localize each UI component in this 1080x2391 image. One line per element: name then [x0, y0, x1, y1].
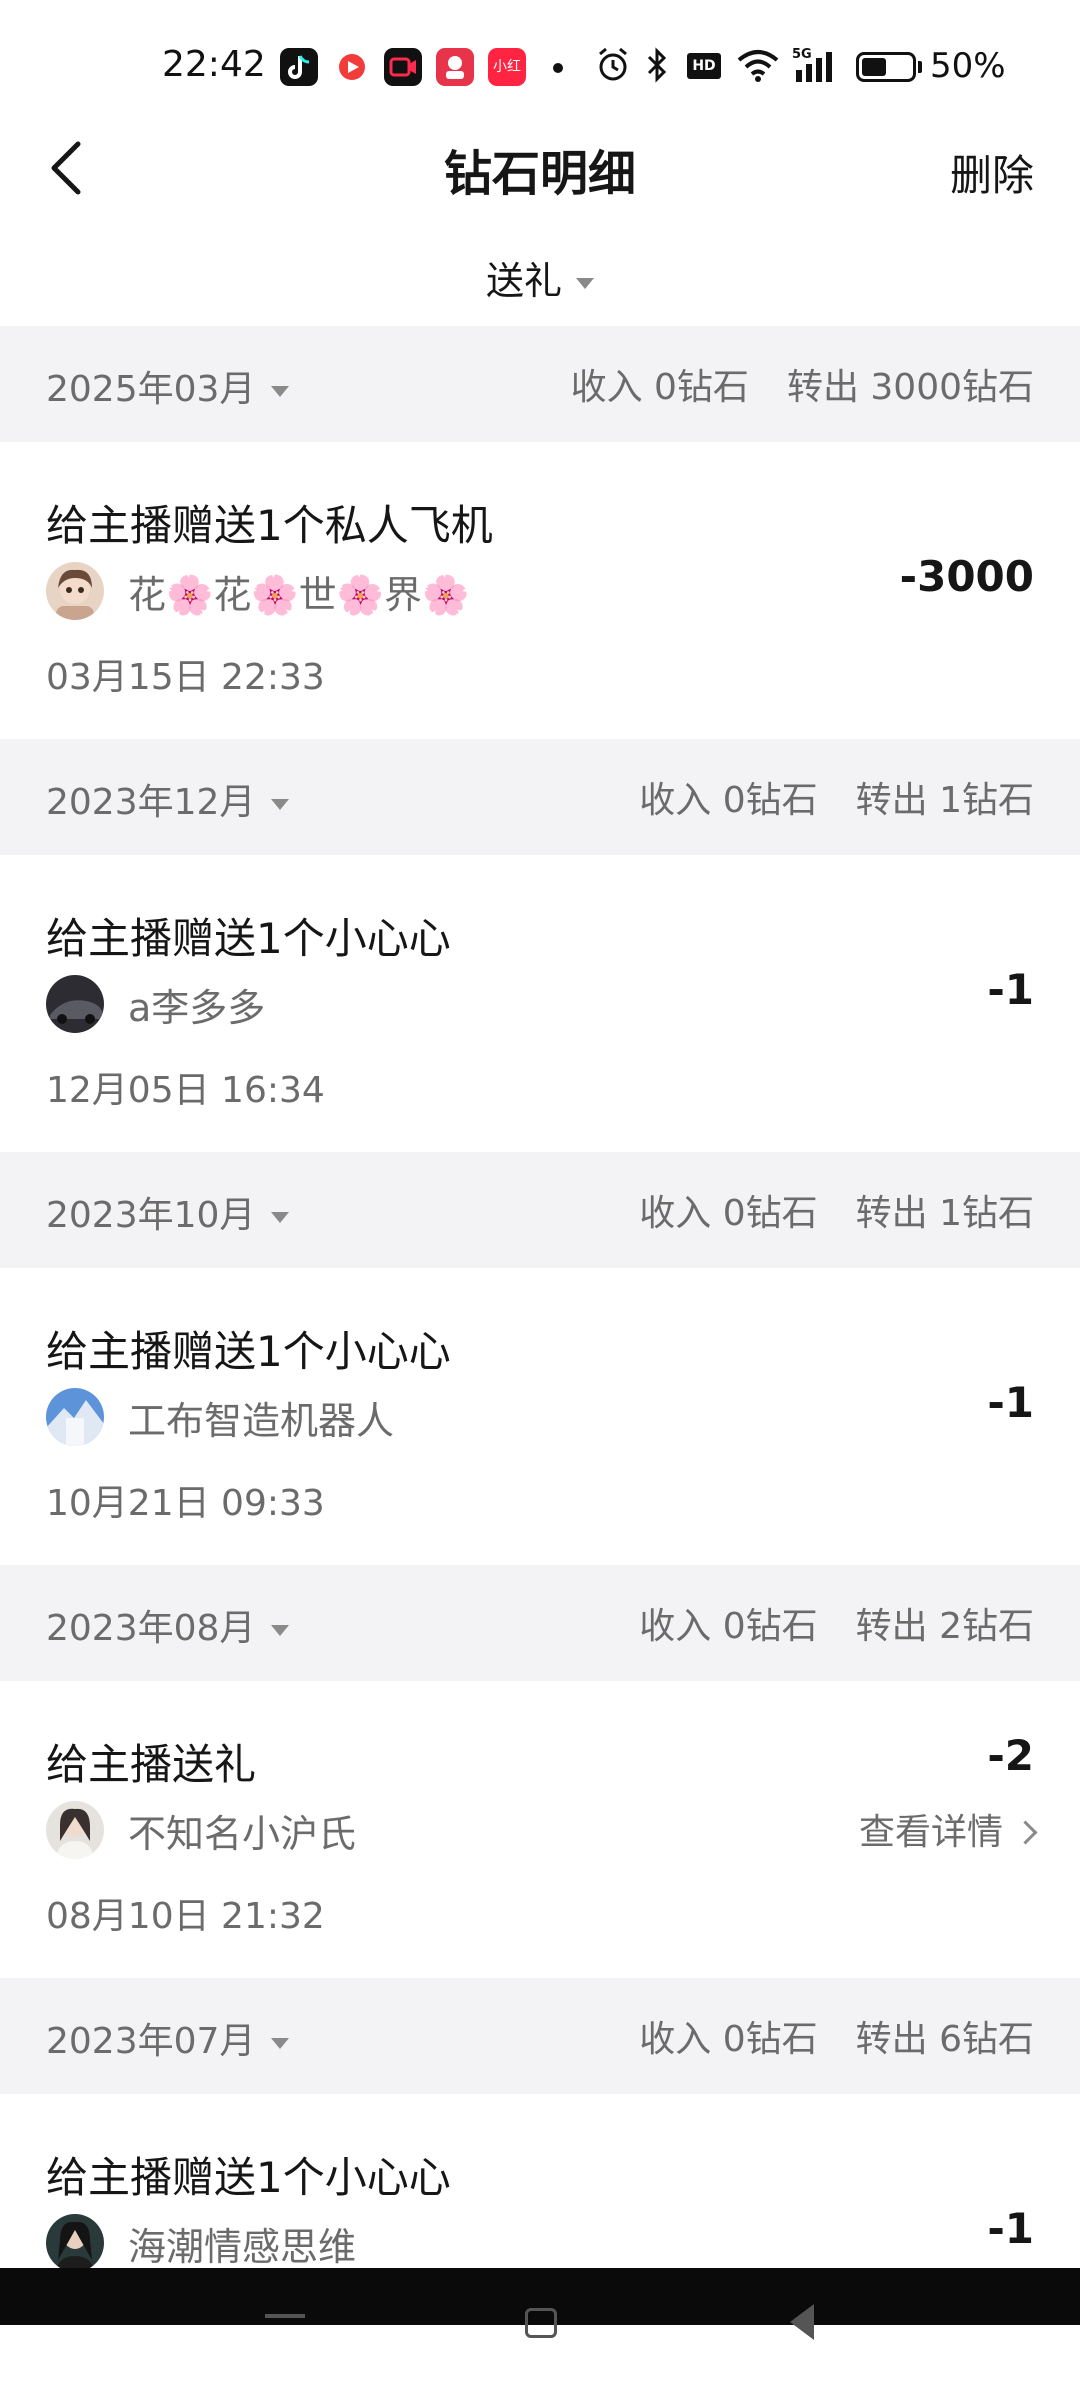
battery-percentage: 50% [930, 46, 1006, 86]
avatar[interactable] [46, 562, 104, 620]
caret-down-icon [271, 1211, 290, 1223]
chevron-right-icon [1013, 1820, 1038, 1845]
outflow-summary: 转出 3000钻石 [786, 367, 1034, 408]
record-time: 12月05日 16:34 [46, 1070, 325, 1111]
diamond-amount: -2 [987, 1731, 1034, 1780]
anchor-name: 海潮情感思维 [128, 2225, 357, 2269]
filter-label: 送礼 [485, 259, 562, 303]
diamond-amount: -3000 [899, 552, 1034, 601]
month-header[interactable]: 2023年12月 收入 0钻石 转出 1钻石 [0, 739, 1080, 855]
status-bar: 22:42 小红书 HD 5G 50% [0, 0, 1080, 120]
battery-tip [918, 61, 922, 73]
month-label: 2023年10月 [46, 1195, 256, 1236]
month-summary: 收入 0钻石 转出 2钻石 [639, 1597, 1034, 1649]
camera-icon [384, 48, 422, 86]
month-selector[interactable]: 2023年12月 [46, 773, 290, 825]
month-selector[interactable]: 2025年03月 [46, 360, 290, 412]
avatar[interactable] [46, 2214, 104, 2272]
alarm-icon [596, 46, 630, 95]
month-label: 2023年12月 [46, 782, 256, 823]
month-selector[interactable]: 2023年10月 [46, 1186, 290, 1238]
month-selector[interactable]: 2023年08月 [46, 1599, 290, 1651]
record-title: 给主播送礼 [46, 1740, 257, 1789]
video-icon [333, 48, 371, 86]
record-title: 给主播赠送1个小心心 [46, 1327, 451, 1376]
record-item[interactable]: 给主播赠送1个小心心 工布智造机器人 10月21日 09:33 -1 [0, 1268, 1080, 1565]
hd-icon: HD [687, 53, 721, 79]
month-summary: 收入 0钻石 转出 1钻石 [639, 771, 1034, 823]
record-time: 03月15日 22:33 [46, 657, 325, 698]
month-label: 2023年08月 [46, 1608, 256, 1649]
diamond-amount: -1 [987, 2204, 1034, 2253]
caret-down-icon [271, 2037, 290, 2049]
month-header[interactable]: 2023年08月 收入 0钻石 转出 2钻石 [0, 1565, 1080, 1681]
record-time: 08月10日 21:32 [46, 1896, 325, 1937]
view-details-link[interactable]: 查看详情 [858, 1803, 1038, 1855]
svg-text:5G: 5G [792, 47, 812, 62]
month-summary: 收入 0钻石 转出 3000钻石 [571, 358, 1034, 410]
record-time: 10月21日 09:33 [46, 1483, 325, 1524]
status-time: 22:42 [162, 44, 266, 85]
back-nav-icon[interactable] [790, 2304, 814, 2340]
caret-down-icon [271, 1624, 290, 1636]
signal-5g-icon: 5G [792, 46, 842, 95]
wifi-icon [736, 46, 780, 95]
record-title: 给主播赠送1个小心心 [46, 2153, 451, 2202]
anchor-name: 花🌸花🌸世🌸界🌸 [128, 573, 470, 617]
caret-down-icon [271, 385, 290, 397]
income-summary: 收入 0钻石 [639, 1193, 818, 1234]
outflow-summary: 转出 2钻石 [855, 1606, 1034, 1647]
month-summary: 收入 0钻石 转出 1钻石 [639, 1184, 1034, 1236]
record-item[interactable]: 给主播送礼 不知名小沪氏 08月10日 21:32 -2 查看详情 [0, 1681, 1080, 1978]
month-label: 2025年03月 [46, 369, 256, 410]
gift-filter-dropdown[interactable]: 送礼 [0, 250, 1080, 305]
system-navigation-bar [0, 2268, 1080, 2340]
battery-fill [862, 58, 886, 76]
month-header[interactable]: 2025年03月 收入 0钻石 转出 3000钻石 [0, 326, 1080, 442]
record-item[interactable]: 给主播赠送1个小心心 a李多多 12月05日 16:34 -1 [0, 855, 1080, 1152]
month-label: 2023年07月 [46, 2021, 256, 2062]
avatar[interactable] [46, 1801, 104, 1859]
income-summary: 收入 0钻石 [639, 1606, 818, 1647]
caret-down-icon [576, 278, 594, 289]
anchor-name: 不知名小沪氏 [128, 1812, 357, 1856]
tiktok-icon [280, 48, 318, 86]
outflow-summary: 转出 6钻石 [855, 2019, 1034, 2060]
income-summary: 收入 0钻石 [639, 2019, 818, 2060]
xiaohongshu-icon: 小红书 [488, 48, 526, 113]
app-icon [436, 48, 474, 86]
anchor-name: a李多多 [128, 986, 266, 1030]
menu-nav-icon[interactable] [265, 2314, 305, 2318]
record-item[interactable]: 给主播赠送1个私人飞机 花🌸花🌸世🌸界🌸 03月15日 22:33 -3000 [0, 442, 1080, 739]
diamond-amount: -1 [987, 965, 1034, 1014]
avatar[interactable] [46, 975, 104, 1033]
page-title: 钻石明细 [443, 146, 636, 202]
bluetooth-icon [645, 46, 669, 95]
month-header[interactable]: 2023年10月 收入 0钻石 转出 1钻石 [0, 1152, 1080, 1268]
view-details-label: 查看详情 [858, 1812, 1003, 1853]
income-summary: 收入 0钻石 [639, 780, 818, 821]
avatar[interactable] [46, 1388, 104, 1446]
record-item[interactable]: 给主播赠送1个小心心 海潮情感思维 -1 [0, 2094, 1080, 2391]
home-nav-icon[interactable] [525, 2308, 557, 2338]
outflow-summary: 转出 1钻石 [855, 780, 1034, 821]
delete-button[interactable]: 删除 [950, 142, 1034, 203]
outflow-summary: 转出 1钻石 [855, 1193, 1034, 1234]
dot-icon [553, 63, 563, 73]
diamond-amount: -1 [987, 1378, 1034, 1427]
month-selector[interactable]: 2023年07月 [46, 2012, 290, 2064]
diamond-record-list[interactable]: 2025年03月 收入 0钻石 转出 3000钻石 给主播赠送1个私人飞机 花🌸花… [0, 326, 1080, 2391]
record-title: 给主播赠送1个小心心 [46, 914, 451, 963]
battery-icon [856, 52, 916, 82]
caret-down-icon [271, 798, 290, 810]
record-title: 给主播赠送1个私人飞机 [46, 501, 493, 550]
income-summary: 收入 0钻石 [570, 367, 749, 408]
month-header[interactable]: 2023年07月 收入 0钻石 转出 6钻石 [0, 1978, 1080, 2094]
month-summary: 收入 0钻石 转出 6钻石 [639, 2010, 1034, 2062]
anchor-name: 工布智造机器人 [128, 1399, 395, 1443]
